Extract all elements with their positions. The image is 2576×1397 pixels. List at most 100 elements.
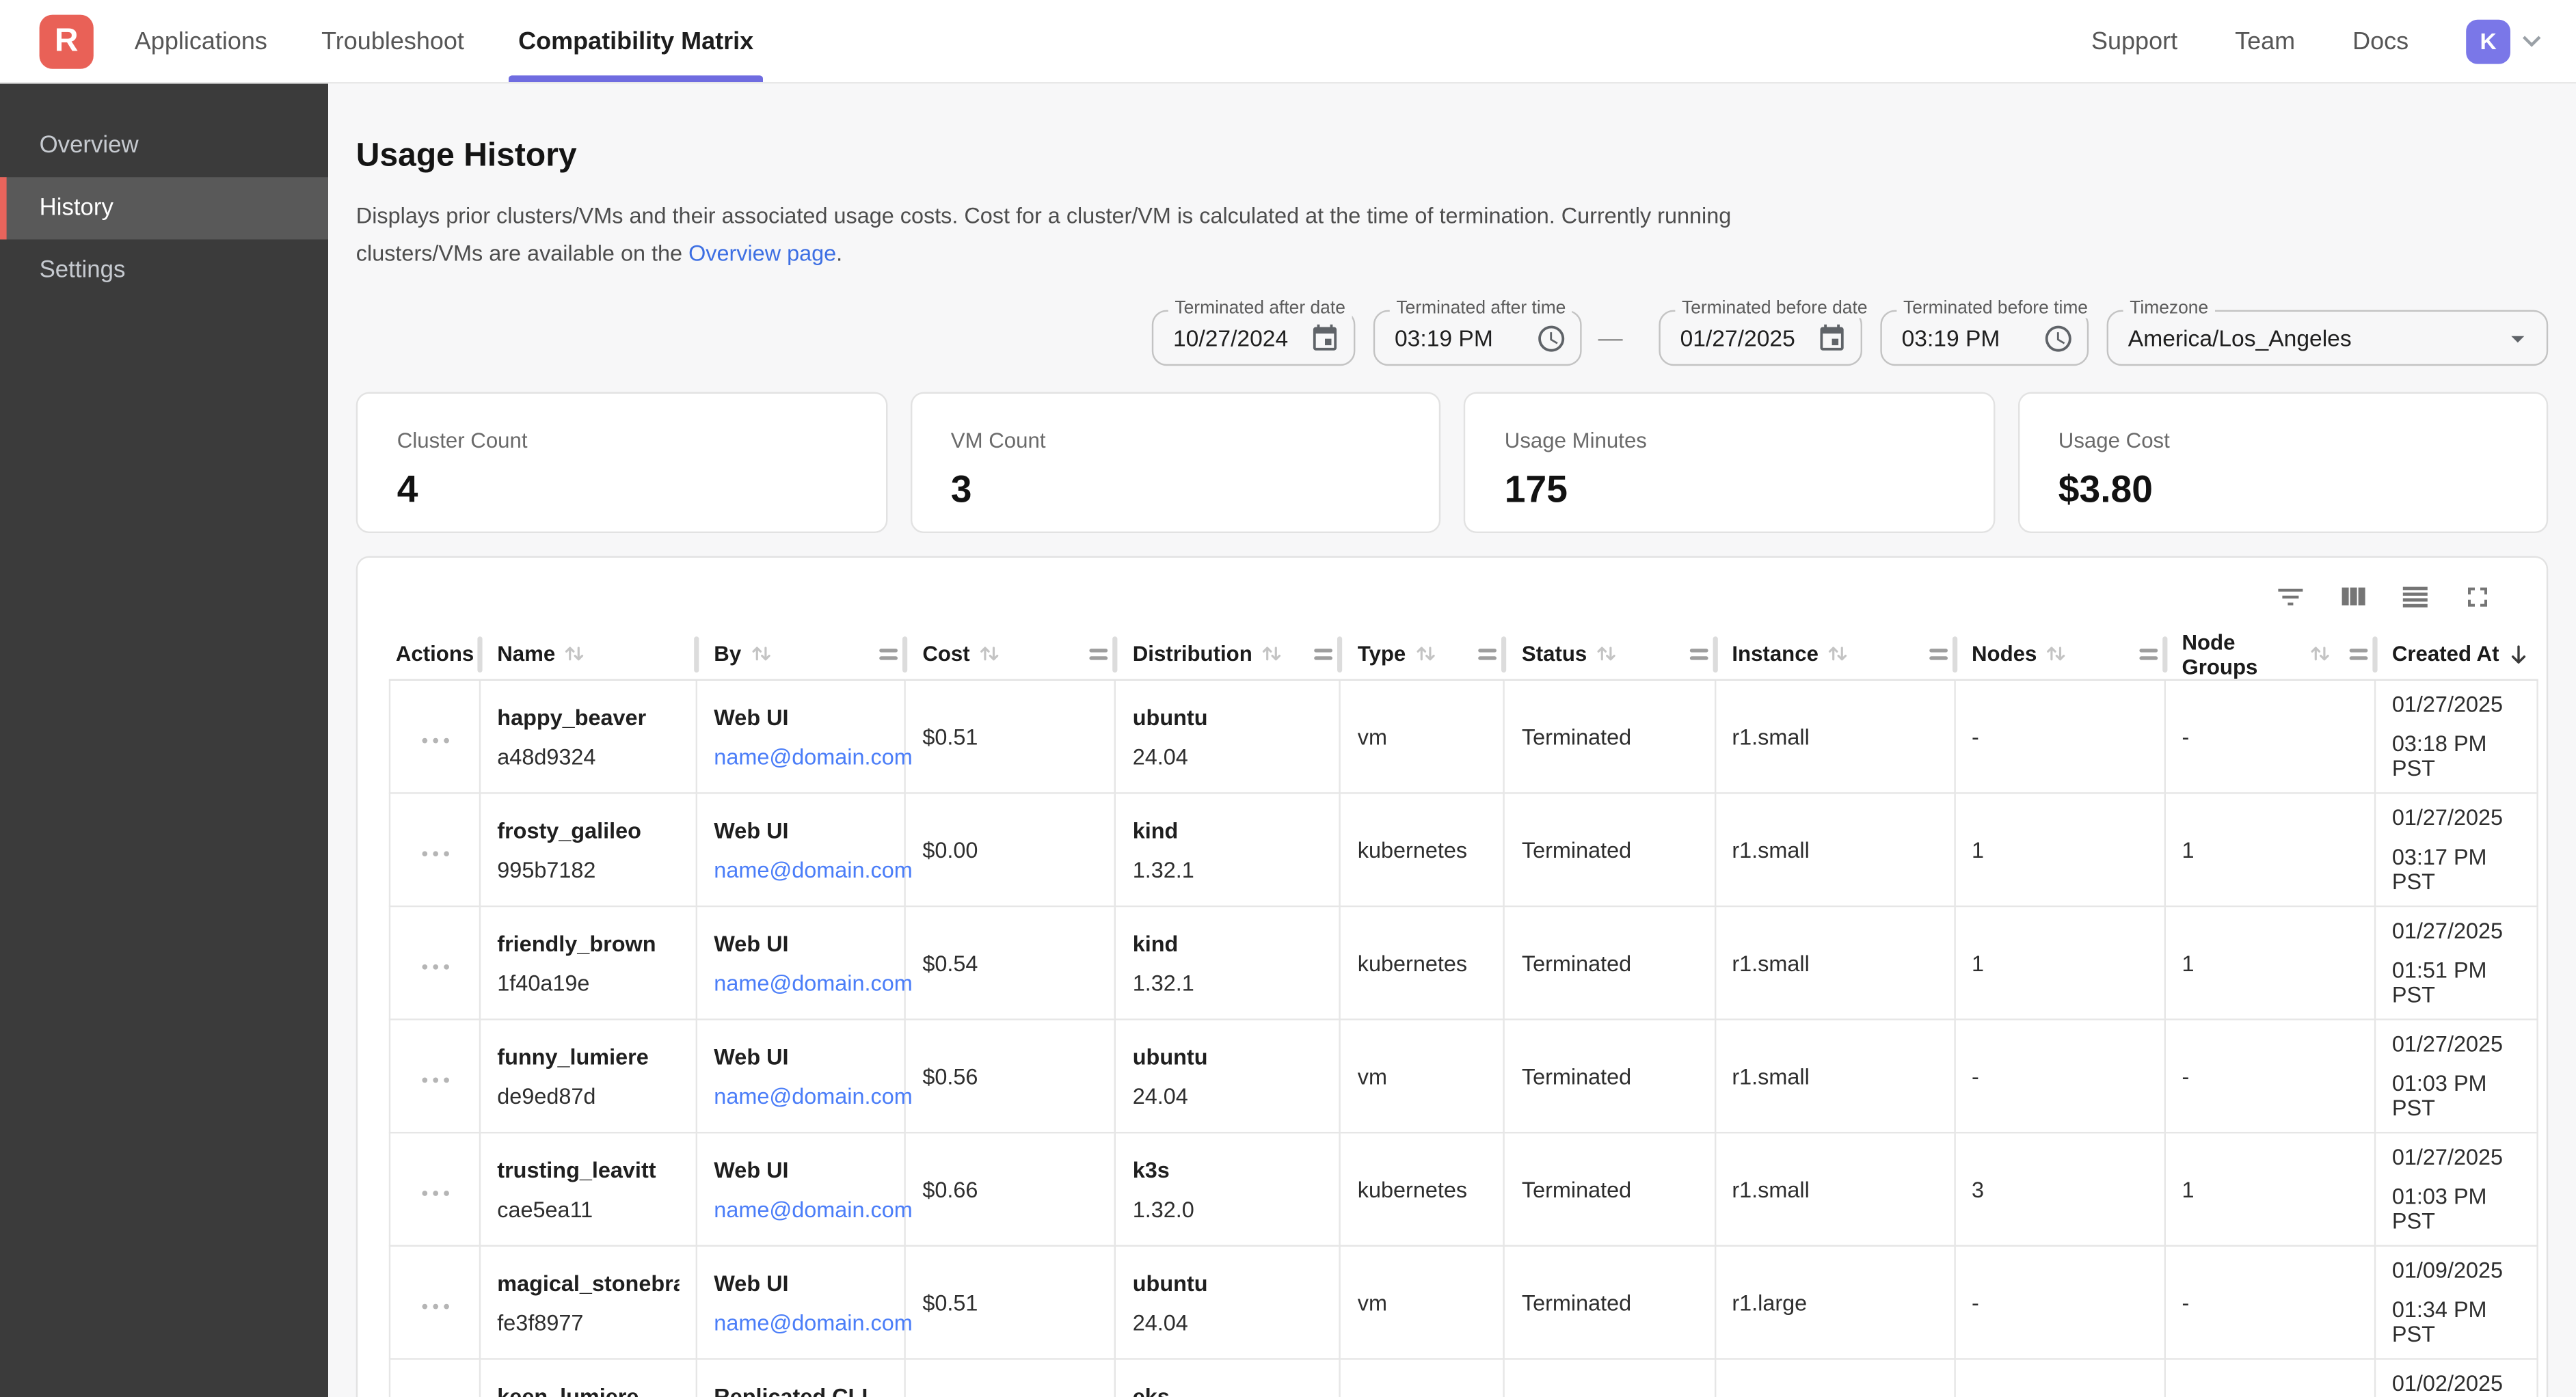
cell-by: Web UIname@domain.com (697, 1247, 906, 1360)
creator-email-link[interactable]: name@domain.com (714, 1197, 912, 1221)
date-range-separator: — (1598, 324, 1623, 352)
sidebar-item-overview[interactable]: Overview (0, 115, 328, 177)
distribution-name: kind (1133, 817, 1324, 842)
cell-node-groups: 1 (2165, 794, 2375, 908)
table-row: funny_lumierede9ed87dWeb UIname@domain.c… (389, 1020, 2538, 1134)
column-menu-icon[interactable] (878, 645, 900, 662)
field-label: Terminated after time (1390, 299, 1572, 318)
sidebar-item-settings[interactable]: Settings (0, 239, 328, 301)
column-header-cost[interactable]: Cost (906, 628, 1116, 681)
cell-node-groups: 1 (2165, 907, 2375, 1020)
row-actions-button[interactable] (414, 1284, 455, 1321)
sorted-desc-icon (2508, 642, 2531, 666)
row-actions-icon (421, 1290, 449, 1315)
created-date: 01/02/2025 (2392, 1371, 2521, 1396)
column-header-node-groups[interactable]: Node Groups (2165, 628, 2375, 681)
cell-nodes: 3 (1955, 1360, 2165, 1397)
column-header-by[interactable]: By (697, 628, 906, 681)
column-header-distribution[interactable]: Distribution (1116, 628, 1341, 681)
creator-email-link[interactable]: name@domain.com (714, 1310, 912, 1334)
row-actions-button[interactable] (414, 718, 455, 755)
cell-cost: $0.51 (906, 681, 1116, 794)
creator-email-link[interactable]: name@domain.com (714, 744, 912, 768)
cell-node-groups: - (2165, 1247, 2375, 1360)
nav-link-support[interactable]: Support (2091, 27, 2177, 55)
density-button[interactable] (2396, 578, 2435, 622)
column-label: Status (1522, 641, 1587, 666)
cell-created-at: 01/27/202503:18 PM PST (2376, 681, 2538, 794)
cluster-id: 1f40a19e (497, 971, 680, 995)
cluster-name: keen_lumiere (497, 1383, 680, 1397)
row-actions-button[interactable] (414, 1170, 455, 1208)
cell-nodes: 3 (1955, 1133, 2165, 1247)
cell-type: vm (1341, 1247, 1505, 1360)
column-menu-icon[interactable] (1688, 645, 1709, 662)
page-description: Displays prior clusters/VMs and their as… (356, 197, 2548, 272)
cell-nodes: 1 (1955, 794, 2165, 908)
creator-email-link[interactable]: name@domain.com (714, 1083, 912, 1108)
replicated-logo[interactable]: R (40, 14, 94, 68)
column-menu-icon[interactable] (2138, 645, 2159, 662)
cell-cost: $0.51 (906, 1247, 1116, 1360)
caret-down-icon (2493, 323, 2534, 354)
stat-value: 175 (1505, 467, 1953, 512)
field-label: Terminated after date (1168, 299, 1352, 318)
cell-name: magical_stonebrakerfe3f8977 (481, 1247, 697, 1360)
avatar[interactable]: K (2466, 19, 2510, 64)
nav-link-team[interactable]: Team (2235, 27, 2295, 55)
calendar-icon (1300, 323, 1341, 354)
sort-icon (749, 643, 773, 664)
chevron-down-icon[interactable] (2514, 23, 2550, 59)
sidebar-item-history[interactable]: History (0, 177, 328, 239)
created-date: 01/09/2025 (2392, 1258, 2521, 1283)
cell-by: Web UIname@domain.com (697, 794, 906, 908)
field-label: Terminated before time (1896, 299, 2094, 318)
terminated-after-date-field[interactable]: Terminated after date10/27/2024 (1152, 310, 1356, 366)
column-menu-icon[interactable] (2348, 645, 2369, 662)
tab-troubleshoot[interactable]: Troubleshoot (321, 0, 464, 82)
terminated-after-time-field[interactable]: Terminated after time03:19 PM (1373, 310, 1582, 366)
cell-actions (389, 907, 481, 1020)
terminated-before-time-field[interactable]: Terminated before time03:19 PM (1880, 310, 2089, 366)
terminated-before-date-field[interactable]: Terminated before date01/27/2025 (1659, 310, 1862, 366)
fullscreen-button[interactable] (2458, 578, 2497, 622)
column-header-type[interactable]: Type (1341, 628, 1505, 681)
column-header-status[interactable]: Status (1505, 628, 1715, 681)
timezone-field[interactable]: TimezoneAmerica/Los_Angeles (2107, 310, 2549, 366)
cell-nodes: 1 (1955, 907, 2165, 1020)
stat-label: Cluster Count (397, 428, 846, 452)
column-header-created-at[interactable]: Created At (2376, 628, 2538, 681)
sort-icon (1414, 643, 1437, 664)
column-header-name[interactable]: Name (481, 628, 697, 681)
table-toolbar (358, 558, 2547, 628)
main-content: Usage History Displays prior clusters/VM… (328, 83, 2576, 1397)
tab-compatibility-matrix[interactable]: Compatibility Matrix (518, 0, 753, 82)
created-by-source: Web UI (714, 1271, 888, 1295)
column-menu-icon[interactable] (1313, 645, 1334, 662)
creator-email-link[interactable]: name@domain.com (714, 971, 912, 995)
cell-nodes: - (1955, 681, 2165, 794)
cluster-name: frosty_galileo (497, 817, 680, 842)
sidebar-item-label: Overview (40, 133, 139, 159)
creator-email-link[interactable]: name@domain.com (714, 857, 912, 882)
cell-instance: r1.small (1715, 794, 1955, 908)
column-label: Actions (396, 641, 474, 666)
row-actions-button[interactable] (414, 1057, 455, 1095)
nav-link-docs[interactable]: Docs (2352, 27, 2409, 55)
filter-button[interactable] (2271, 578, 2311, 622)
column-header-nodes[interactable]: Nodes (1955, 628, 2165, 681)
tab-applications[interactable]: Applications (135, 0, 267, 82)
overview-page-link[interactable]: Overview page (688, 241, 836, 266)
account-menu[interactable]: K (2466, 19, 2549, 64)
field-value: 03:19 PM (1395, 325, 1493, 351)
row-actions-button[interactable] (414, 944, 455, 981)
column-header-instance[interactable]: Instance (1715, 628, 1955, 681)
column-menu-icon[interactable] (1477, 645, 1499, 662)
column-menu-icon[interactable] (1927, 645, 1948, 662)
row-actions-button[interactable] (414, 831, 455, 869)
column-menu-icon[interactable] (1088, 645, 1110, 662)
columns-button[interactable] (2333, 578, 2373, 622)
column-label: Name (497, 641, 555, 666)
filter-icon (2274, 581, 2307, 619)
created-time: 01:51 PM PST (2392, 958, 2521, 1007)
